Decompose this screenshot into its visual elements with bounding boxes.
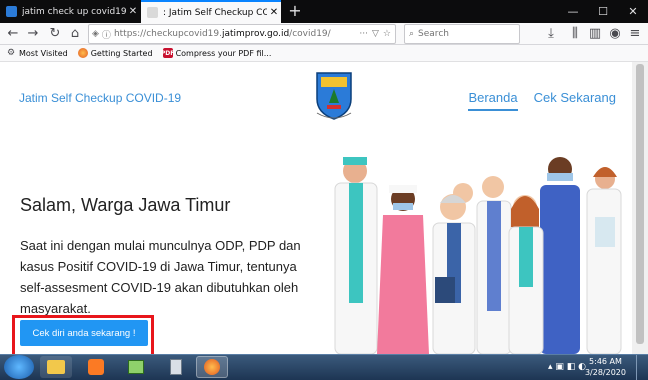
hair-icon — [593, 167, 617, 177]
hero-heading: Salam, Warga Jawa Timur — [20, 195, 231, 215]
sidebar-icon[interactable]: ▥ — [586, 25, 604, 43]
show-desktop-button[interactable] — [636, 355, 648, 380]
download-icon[interactable]: ⤓ — [542, 25, 560, 43]
info-icon[interactable]: ⓘ — [102, 28, 111, 41]
pink-uniform-icon — [377, 215, 429, 354]
medical-staff-illustration — [334, 157, 622, 354]
favicon-icon — [6, 6, 17, 17]
scrubs-icon — [349, 183, 363, 303]
bookmark-label: Getting Started — [90, 48, 153, 58]
tab-label: jatim check up covid19 - Pene — [22, 6, 126, 17]
start-button-icon[interactable] — [4, 355, 34, 379]
scrubs-icon — [540, 185, 580, 354]
doctor-head-icon — [482, 176, 504, 198]
scrollbar-thumb[interactable] — [636, 64, 644, 344]
system-clock[interactable]: 5:46 AM 3/28/2020 — [585, 356, 626, 378]
calculator-icon[interactable] — [160, 356, 192, 378]
maximize-icon[interactable]: ☐ — [588, 0, 618, 23]
minimize-icon[interactable]: — — [558, 0, 588, 23]
back-icon[interactable]: ← — [4, 25, 22, 43]
hero-description: Saat ini dengan mulai munculnya ODP, PDP… — [20, 238, 301, 316]
mask-icon — [393, 203, 413, 210]
shield-icon[interactable]: ◈ — [92, 29, 99, 39]
scrubs-icon — [487, 201, 501, 311]
file-explorer-icon[interactable] — [40, 356, 72, 378]
bookmark-compress-pdf[interactable]: PDF Compress your PDF fil... — [160, 48, 272, 58]
tab-checkup-penel[interactable]: jatim check up covid19 - Pene ✕ — [0, 0, 140, 23]
url-domain: jatimprov.go.id — [222, 29, 290, 39]
url-path: /covid19/ — [289, 29, 331, 39]
new-tab-button[interactable]: + — [286, 1, 304, 21]
page-actions-icon[interactable]: ··· — [359, 29, 368, 39]
jatim-logo-icon — [316, 72, 352, 120]
bookmark-label: Most Visited — [19, 48, 68, 58]
pocket-icon[interactable]: ▽ — [372, 29, 379, 39]
search-placeholder: Search — [418, 29, 449, 39]
close-window-icon[interactable]: ✕ — [618, 0, 648, 23]
xampp-icon[interactable] — [80, 356, 112, 378]
forward-icon[interactable]: → — [24, 25, 42, 43]
tablet-icon — [595, 217, 615, 247]
firefox-taskbar-icon[interactable] — [196, 356, 228, 378]
page-content: Jatim Self Checkup COVID-19 Beranda Cek … — [0, 62, 630, 354]
white-coat-icon — [586, 188, 622, 354]
pdf-icon: PDF — [160, 48, 175, 58]
site-nav: Beranda Cek Sekarang — [452, 90, 616, 111]
library-icon[interactable]: ⫼ — [566, 25, 584, 43]
window-controls: — ☐ ✕ — [558, 0, 648, 23]
reload-icon[interactable]: ↻ — [46, 25, 64, 43]
bookmarks-bar: ⚙ Most Visited Getting Started PDF Compr… — [0, 45, 648, 62]
menu-icon[interactable]: ≡ — [626, 25, 644, 43]
search-icon: ⌕ — [409, 29, 415, 39]
clock-time: 5:46 AM — [589, 357, 622, 366]
bookmark-label: Compress your PDF fil... — [175, 48, 272, 58]
tab-label: : Jatim Self Checkup COVID-19 — [163, 7, 267, 18]
close-icon[interactable]: ✕ — [267, 7, 281, 18]
account-icon[interactable]: ◉ — [606, 25, 624, 43]
close-icon[interactable]: ✕ — [126, 6, 140, 17]
url-bar[interactable]: ◈ ⓘ https://checkupcovid19. jatimprov.go… — [88, 24, 396, 44]
nurse-cap-icon — [389, 185, 417, 193]
mask-icon — [547, 173, 573, 181]
gear-icon: ⚙ — [6, 48, 16, 58]
tray-icons[interactable]: ▴ ▣ ◧ ◐ — [548, 362, 586, 372]
globe-icon — [147, 7, 158, 18]
search-input[interactable]: ⌕ Search — [404, 24, 520, 44]
firefox-icon — [77, 48, 88, 58]
site-title[interactable]: Jatim Self Checkup COVID-19 — [19, 91, 181, 105]
bookmark-most-visited[interactable]: ⚙ Most Visited — [6, 48, 68, 58]
clock-date: 3/28/2020 — [584, 368, 626, 377]
highlight-box — [12, 315, 154, 357]
nav-beranda[interactable]: Beranda — [468, 90, 518, 111]
monitor-icon[interactable] — [120, 356, 152, 378]
tab-jatim-self-checkup[interactable]: : Jatim Self Checkup COVID-19 ✕ — [141, 0, 281, 23]
doctor-cap-icon — [343, 157, 367, 165]
bookmark-getting-started[interactable]: Getting Started — [77, 48, 153, 58]
url-prefix: https://checkupcovid19. — [113, 29, 222, 39]
clipboard-icon — [435, 277, 455, 303]
nav-cek-sekarang[interactable]: Cek Sekarang — [534, 90, 616, 111]
bookmark-star-icon[interactable]: ☆ — [383, 29, 391, 39]
scrubs-icon — [519, 227, 533, 287]
home-icon[interactable]: ⌂ — [66, 25, 84, 43]
